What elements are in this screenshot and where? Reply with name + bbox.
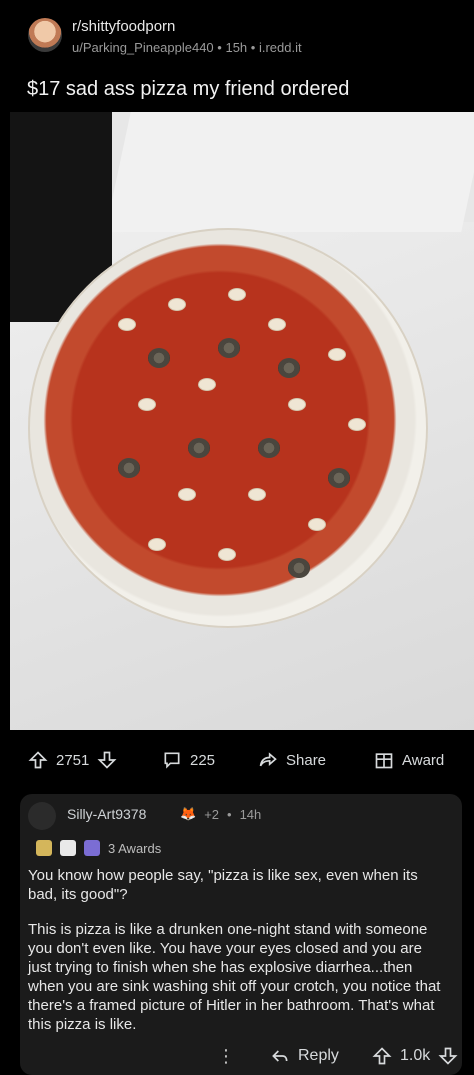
garlic-slice [138,398,156,411]
comment-username[interactable]: Silly-Art9378 [67,806,146,822]
garlic-slice [308,518,326,531]
garlic-slice [178,488,196,501]
mushroom-slice [188,438,210,458]
arrow-up-icon[interactable] [28,750,48,770]
post-author[interactable]: u/Parking_Pineapple440 [72,40,214,55]
garlic-slice [168,298,186,311]
reply-arrow-icon [272,1050,288,1062]
mushroom-slice [118,458,140,478]
garlic-slice [328,348,346,361]
meta-separator: • [250,40,259,55]
reply-button[interactable]: Reply [270,1046,339,1066]
mushroom-slice [288,558,310,578]
comment-body: You know how people say, "pizza is like … [28,866,448,1050]
garlic-slice [218,548,236,561]
pizza-box-lid [105,112,474,232]
arrow-up-icon[interactable] [372,1046,392,1066]
pizza [28,228,428,628]
garlic-slice [268,318,286,331]
award-icon [60,840,76,856]
share-arrow-icon [259,752,277,767]
post-header: r/shittyfoodporn u/Parking_Pineapple440 … [0,0,474,70]
comment-vote-count: 1.0k [400,1047,431,1064]
garlic-slice [348,418,366,431]
garlic-slice [248,488,266,501]
garlic-slice [228,288,246,301]
mushroom-slice [258,438,280,458]
share-label: Share [286,751,327,769]
post-domain[interactable]: i.redd.it [259,40,302,55]
post-image[interactable] [10,112,474,730]
award-button[interactable]: Award [374,750,444,770]
flair-icon: 🦊 [180,806,197,821]
mushroom-slice [278,358,300,378]
comment-avatar[interactable] [28,802,56,830]
post-meta: u/Parking_Pineapple440 • 15h • i.redd.it [72,40,302,55]
top-comment: Silly-Art9378 🦊 +2 • 14h 3 Awards You kn… [20,794,462,1075]
vote-control: 2751 [28,750,117,770]
comment-age: 14h [239,806,262,822]
comment-bubble-icon [164,752,180,769]
award-icon [84,840,100,856]
share-button[interactable]: Share [258,750,326,770]
flair-count: +2 [204,806,220,822]
garlic-slice [198,378,216,391]
comment-paragraph: You know how people say, "pizza is like … [28,867,418,903]
award-box-icon [375,753,393,769]
mushroom-slice [328,468,350,488]
post-action-bar: 2751 225 Share Award [0,738,474,784]
upvote-count: 2751 [56,751,90,769]
awards-label: 3 Awards [108,840,162,856]
comments-button[interactable]: 225 [162,750,215,770]
mushroom-slice [218,338,240,358]
arrow-down-icon[interactable] [97,750,117,770]
more-vertical-icon[interactable]: ⋮ [217,1046,235,1067]
post-title: $17 sad ass pizza my friend ordered [27,78,350,100]
comment-meta: 🦊 +2 • 14h [180,806,261,822]
comment-footer: ⋮ Reply 1.0k [20,1040,462,1070]
subreddit-avatar[interactable] [28,18,62,52]
comment-vote-control: 1.0k [372,1046,458,1066]
award-icon [36,840,52,856]
meta-separator: • [227,806,232,822]
garlic-slice [288,398,306,411]
arrow-down-icon[interactable] [438,1046,458,1066]
comment-count: 225 [190,751,216,769]
awards-strip[interactable]: 3 Awards [36,837,161,859]
comment-paragraph: This is pizza is like a drunken one-nigh… [28,921,441,1033]
garlic-slice [118,318,136,331]
post-age: 15h [225,40,248,55]
subreddit-name[interactable]: r/shittyfoodporn [72,18,175,35]
garlic-slice [148,538,166,551]
award-label: Award [402,751,445,769]
reply-label: Reply [298,1047,339,1064]
mushroom-slice [148,348,170,368]
